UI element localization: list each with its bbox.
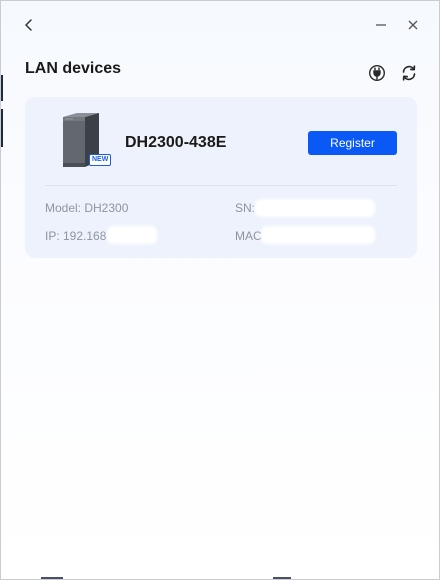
register-button[interactable]: Register [308,131,397,155]
connect-device-button[interactable] [367,63,387,83]
ip-label: IP: 192.168 [45,229,107,243]
page-title: LAN devices [25,60,122,77]
chevron-left-icon [25,19,32,31]
window-edge-mark [273,577,291,579]
app-window: LAN devices NEW DH2300-438E Register Mod… [0,0,440,580]
sn-label: SN: [235,201,256,215]
minimize-button[interactable] [369,13,393,37]
redacted-ip [109,228,155,242]
device-card: NEW DH2300-438E Register Model: DH2300 S… [25,97,417,258]
device-name: DH2300-438E [125,134,227,151]
window-edge-mark [1,109,3,147]
new-badge: NEW [89,154,112,166]
plug-icon [368,64,386,82]
redacted-mac [263,228,373,242]
window-edge-mark [1,75,3,101]
back-button[interactable] [17,13,41,37]
minimize-icon [376,24,386,26]
close-icon [408,20,418,30]
close-button[interactable] [401,13,425,37]
refresh-button[interactable] [399,63,419,83]
mac-label: MAC [235,229,262,243]
refresh-icon [402,65,416,81]
window-edge-mark [41,577,63,579]
model-label: Model: DH2300 [45,201,129,215]
divider [45,185,397,186]
redacted-sn [257,201,373,215]
